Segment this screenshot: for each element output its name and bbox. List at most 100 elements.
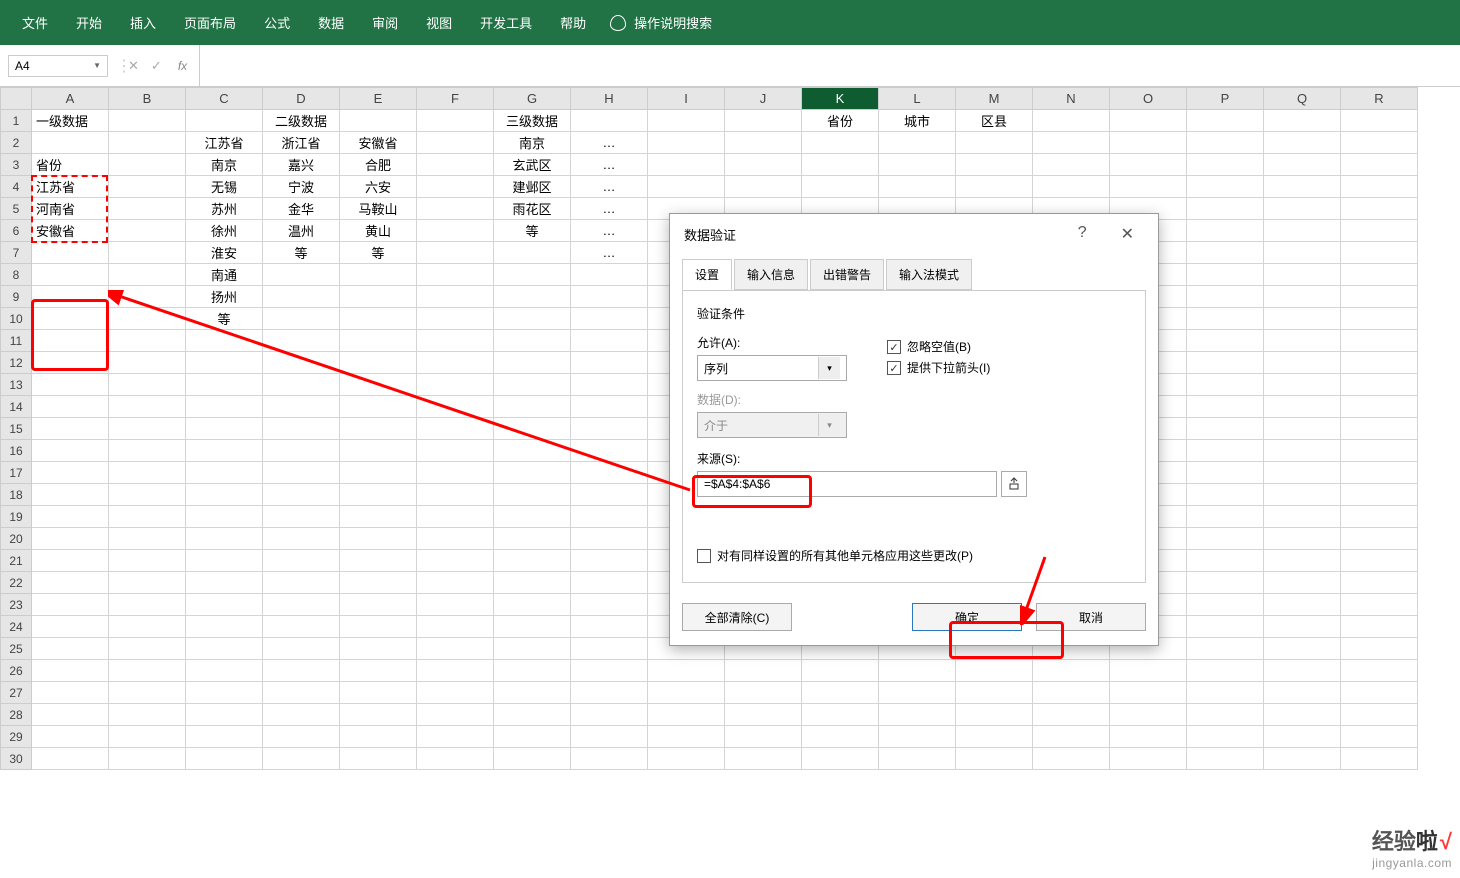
cell-N27[interactable]	[1033, 682, 1110, 704]
cell-K1[interactable]: 省份	[802, 110, 879, 132]
cell-G7[interactable]	[494, 242, 571, 264]
cell-H21[interactable]	[571, 550, 648, 572]
col-header-L[interactable]: L	[879, 88, 956, 110]
cell-E17[interactable]	[340, 462, 417, 484]
cell-O29[interactable]	[1110, 726, 1187, 748]
cell-B17[interactable]	[109, 462, 186, 484]
cell-D13[interactable]	[263, 374, 340, 396]
ribbon-tab-formulas[interactable]: 公式	[250, 1, 304, 44]
col-header-O[interactable]: O	[1110, 88, 1187, 110]
cell-A10[interactable]	[32, 308, 109, 330]
cell-R1[interactable]	[1341, 110, 1418, 132]
cell-E15[interactable]	[340, 418, 417, 440]
cell-C30[interactable]	[186, 748, 263, 770]
cell-C15[interactable]	[186, 418, 263, 440]
row-header-22[interactable]: 22	[1, 572, 32, 594]
row-header-4[interactable]: 4	[1, 176, 32, 198]
cell-C7[interactable]: 淮安	[186, 242, 263, 264]
cell-P4[interactable]	[1187, 176, 1264, 198]
cell-P5[interactable]	[1187, 198, 1264, 220]
cell-J27[interactable]	[725, 682, 802, 704]
name-box-dropdown-icon[interactable]: ▼	[93, 61, 101, 70]
cell-F30[interactable]	[417, 748, 494, 770]
cell-K2[interactable]	[802, 132, 879, 154]
ribbon-tab-data[interactable]: 数据	[304, 1, 358, 44]
cell-R22[interactable]	[1341, 572, 1418, 594]
cell-H22[interactable]	[571, 572, 648, 594]
cell-C5[interactable]: 苏州	[186, 198, 263, 220]
cell-F11[interactable]	[417, 330, 494, 352]
cell-H19[interactable]	[571, 506, 648, 528]
cell-F23[interactable]	[417, 594, 494, 616]
col-header-P[interactable]: P	[1187, 88, 1264, 110]
cell-R30[interactable]	[1341, 748, 1418, 770]
row-header-13[interactable]: 13	[1, 374, 32, 396]
cell-H18[interactable]	[571, 484, 648, 506]
cell-R4[interactable]	[1341, 176, 1418, 198]
cell-F17[interactable]	[417, 462, 494, 484]
cell-B24[interactable]	[109, 616, 186, 638]
cell-O27[interactable]	[1110, 682, 1187, 704]
cell-B16[interactable]	[109, 440, 186, 462]
cell-I4[interactable]	[648, 176, 725, 198]
ribbon-tab-home[interactable]: 开始	[62, 1, 116, 44]
col-header-A[interactable]: A	[32, 88, 109, 110]
row-header-14[interactable]: 14	[1, 396, 32, 418]
cell-C29[interactable]	[186, 726, 263, 748]
cell-O28[interactable]	[1110, 704, 1187, 726]
cell-L2[interactable]	[879, 132, 956, 154]
cell-N30[interactable]	[1033, 748, 1110, 770]
apply-to-others-checkbox[interactable]: 对有同样设置的所有其他单元格应用这些更改(P)	[697, 547, 1131, 564]
cell-B5[interactable]	[109, 198, 186, 220]
ok-button[interactable]: 确定	[912, 603, 1022, 631]
dialog-tab-ime[interactable]: 输入法模式	[886, 259, 972, 290]
cell-B11[interactable]	[109, 330, 186, 352]
cell-E3[interactable]: 合肥	[340, 154, 417, 176]
cell-K29[interactable]	[802, 726, 879, 748]
cell-C13[interactable]	[186, 374, 263, 396]
row-header-8[interactable]: 8	[1, 264, 32, 286]
row-header-27[interactable]: 27	[1, 682, 32, 704]
col-header-E[interactable]: E	[340, 88, 417, 110]
cell-B26[interactable]	[109, 660, 186, 682]
cell-D25[interactable]	[263, 638, 340, 660]
cell-H14[interactable]	[571, 396, 648, 418]
cell-K4[interactable]	[802, 176, 879, 198]
cell-Q2[interactable]	[1264, 132, 1341, 154]
cell-B29[interactable]	[109, 726, 186, 748]
cell-E27[interactable]	[340, 682, 417, 704]
cell-D1[interactable]: 二级数据	[263, 110, 340, 132]
cell-A8[interactable]	[32, 264, 109, 286]
cell-E6[interactable]: 黄山	[340, 220, 417, 242]
cell-Q11[interactable]	[1264, 330, 1341, 352]
cell-E30[interactable]	[340, 748, 417, 770]
cell-F26[interactable]	[417, 660, 494, 682]
cell-H9[interactable]	[571, 286, 648, 308]
cell-A26[interactable]	[32, 660, 109, 682]
cell-G24[interactable]	[494, 616, 571, 638]
row-header-23[interactable]: 23	[1, 594, 32, 616]
cell-B7[interactable]	[109, 242, 186, 264]
cell-K27[interactable]	[802, 682, 879, 704]
cell-R21[interactable]	[1341, 550, 1418, 572]
row-header-2[interactable]: 2	[1, 132, 32, 154]
cell-M28[interactable]	[956, 704, 1033, 726]
ribbon-tab-view[interactable]: 视图	[412, 1, 466, 44]
cell-I27[interactable]	[648, 682, 725, 704]
cell-D2[interactable]: 浙江省	[263, 132, 340, 154]
cell-Q16[interactable]	[1264, 440, 1341, 462]
cell-J1[interactable]	[725, 110, 802, 132]
cell-A9[interactable]	[32, 286, 109, 308]
cell-C18[interactable]	[186, 484, 263, 506]
cell-F19[interactable]	[417, 506, 494, 528]
cell-G6[interactable]: 等	[494, 220, 571, 242]
cell-H10[interactable]	[571, 308, 648, 330]
row-header-25[interactable]: 25	[1, 638, 32, 660]
cell-D16[interactable]	[263, 440, 340, 462]
cell-R5[interactable]	[1341, 198, 1418, 220]
row-header-19[interactable]: 19	[1, 506, 32, 528]
cell-G19[interactable]	[494, 506, 571, 528]
cell-D22[interactable]	[263, 572, 340, 594]
cell-D26[interactable]	[263, 660, 340, 682]
cell-Q5[interactable]	[1264, 198, 1341, 220]
